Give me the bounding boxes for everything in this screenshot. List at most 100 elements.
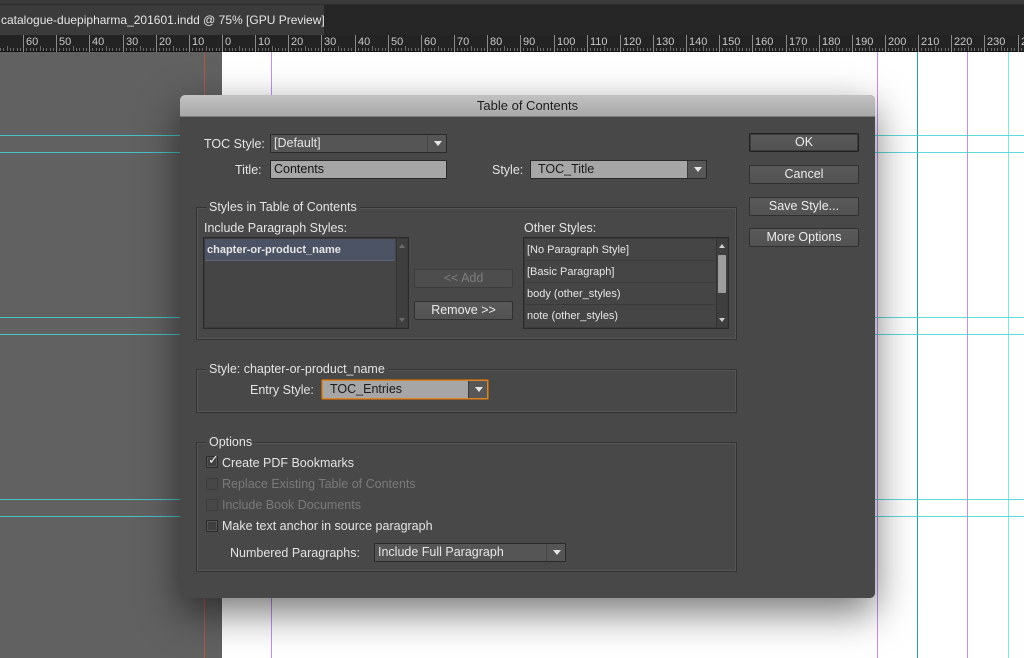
ruler-minor-tick — [490, 48, 491, 51]
ruler-minor-tick — [550, 48, 551, 51]
ruler-minor-tick — [130, 48, 131, 51]
ruler-tick-label: 30 — [324, 36, 337, 48]
ruler-minor-tick — [153, 48, 154, 51]
ruler-minor-tick — [540, 48, 541, 51]
ruler-minor-tick — [997, 48, 998, 51]
make-text-anchor-checkbox[interactable] — [206, 520, 218, 532]
ruler-minor-tick — [680, 48, 681, 51]
ruler-minor-tick — [69, 48, 70, 51]
ruler-minor-tick — [229, 48, 230, 51]
ruler-minor-tick — [627, 48, 628, 51]
ruler-minor-tick — [614, 48, 615, 51]
ruler-minor-tick — [762, 48, 763, 51]
ruler-minor-tick — [643, 48, 644, 51]
ruler-minor-tick — [76, 48, 77, 51]
other-style-item[interactable]: body (other_styles) — [525, 283, 715, 305]
create-pdf-bookmarks-checkbox[interactable]: ✓ — [206, 453, 219, 468]
scrollbar-thumb[interactable] — [718, 255, 726, 293]
margin-guide-right — [877, 52, 878, 658]
ruler-major-tick — [421, 35, 422, 52]
other-styles-list[interactable]: [No Paragraph Style] [Basic Paragraph] b… — [523, 237, 729, 329]
scroll-down-icon[interactable] — [399, 318, 405, 322]
ruler-minor-tick — [86, 48, 87, 51]
ruler-minor-tick — [434, 48, 435, 51]
toc-style-label: TOC Style: — [204, 137, 265, 151]
ruler-minor-tick — [779, 48, 780, 51]
ruler-minor-tick — [245, 48, 246, 51]
ruler-major-tick — [918, 35, 919, 52]
ruler-minor-tick — [872, 48, 873, 51]
other-style-item[interactable]: note (other_styles) — [525, 305, 715, 327]
include-style-item[interactable]: chapter-or-product_name — [205, 239, 395, 261]
ruler-major-tick — [951, 35, 952, 52]
include-list-scrollbar[interactable] — [396, 239, 407, 327]
ruler-major-tick — [554, 35, 555, 52]
ok-button[interactable]: OK — [749, 133, 859, 152]
other-style-item[interactable]: [No Paragraph Style] — [525, 239, 715, 261]
horizontal-ruler[interactable]: 0605040302010010203040506070809010011012… — [0, 35, 1024, 52]
ruler-minor-tick — [268, 48, 269, 51]
title-input[interactable]: Contents — [270, 160, 447, 179]
remove-button[interactable]: Remove >> — [414, 301, 513, 320]
ruler-tick-label: 90 — [523, 36, 536, 48]
include-styles-list[interactable]: chapter-or-product_name — [203, 237, 409, 329]
ruler-minor-tick — [829, 48, 830, 51]
add-button[interactable]: << Add — [414, 269, 513, 288]
ruler-minor-tick — [709, 48, 710, 51]
ruler-minor-tick — [584, 48, 585, 51]
ruler-minor-tick — [166, 48, 167, 51]
ruler-minor-tick — [547, 48, 548, 51]
ruler-minor-tick — [391, 48, 392, 51]
include-book-documents-checkbox[interactable] — [206, 499, 218, 511]
scroll-up-icon[interactable] — [719, 244, 725, 248]
ruler-tick-label: 130 — [656, 36, 675, 48]
ruler-minor-tick — [63, 48, 64, 51]
title-style-select[interactable]: TOC_Title — [530, 160, 707, 179]
ruler-minor-tick — [500, 48, 501, 51]
numbered-paragraphs-select[interactable]: Include Full Paragraph — [374, 543, 566, 562]
ruler-minor-tick — [40, 46, 41, 51]
make-text-anchor-label[interactable]: Make text anchor in source paragraph — [222, 519, 433, 533]
chevron-down-icon — [468, 381, 487, 398]
ruler-minor-tick — [146, 48, 147, 51]
other-style-item[interactable]: [Basic Paragraph] — [525, 261, 715, 283]
ruler-minor-tick — [842, 48, 843, 51]
scroll-up-icon[interactable] — [399, 244, 405, 248]
toc-style-select[interactable]: [Default] — [270, 134, 447, 153]
entry-style-select[interactable]: TOC_Entries — [322, 380, 488, 399]
ruler-major-tick — [189, 35, 190, 52]
save-style-button[interactable]: Save Style... — [749, 197, 859, 216]
ruler-major-tick — [56, 35, 57, 52]
ruler-minor-tick — [428, 48, 429, 51]
ruler-minor-tick — [73, 46, 74, 51]
ruler-minor-tick — [875, 48, 876, 51]
ruler-tick-label: 30 — [126, 36, 139, 48]
ruler-minor-tick — [928, 48, 929, 51]
ruler-minor-tick — [324, 48, 325, 51]
chevron-down-icon — [427, 135, 446, 152]
ruler-minor-tick — [408, 48, 409, 51]
ruler-major-tick — [288, 35, 289, 52]
chevron-down-icon — [546, 544, 565, 561]
ruler-tick-label: 200 — [888, 36, 907, 48]
ruler-tick-label: 70 — [457, 36, 470, 48]
ruler-minor-tick — [836, 46, 837, 51]
replace-existing-toc-checkbox[interactable] — [206, 478, 218, 490]
create-pdf-bookmarks-label[interactable]: Create PDF Bookmarks — [222, 456, 354, 470]
styles-group-title: Styles in Table of Contents — [206, 200, 360, 214]
indesign-workspace: catalogue-duepipharma_201601.indd @ 75% … — [0, 0, 1024, 658]
other-list-scrollbar[interactable] — [716, 239, 727, 327]
ruler-tick-label: 40 — [358, 36, 371, 48]
ruler-minor-tick — [411, 48, 412, 51]
scroll-down-icon[interactable] — [719, 318, 725, 322]
cancel-button[interactable]: Cancel — [749, 165, 859, 184]
ruler-tick-label: 220 — [954, 36, 973, 48]
ruler-minor-tick — [133, 48, 134, 51]
ruler-minor-tick — [484, 48, 485, 51]
ruler-minor-tick — [109, 48, 110, 51]
ruler-minor-tick — [173, 46, 174, 51]
more-options-button[interactable]: More Options — [749, 228, 859, 247]
ruler-minor-tick — [813, 48, 814, 51]
ruler-minor-tick — [471, 46, 472, 51]
document-tab[interactable]: catalogue-duepipharma_201601.indd @ 75% … — [0, 5, 324, 35]
